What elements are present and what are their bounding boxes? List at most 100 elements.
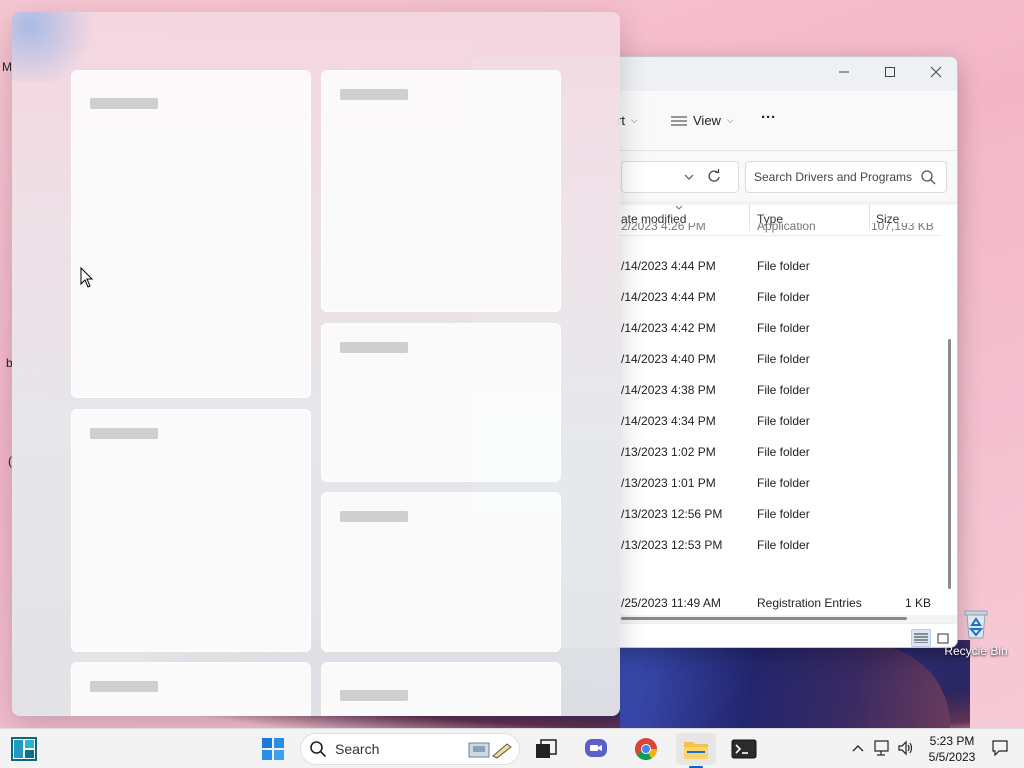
search-placeholder: Search Drivers and Programs [754,170,913,184]
task-view-button[interactable] [526,733,566,765]
volume-icon [898,740,913,756]
cell-date: /14/2023 4:34 PM [621,414,716,428]
task-view-icon [536,739,557,758]
notifications-button[interactable] [991,739,1009,757]
show-hidden-icons-button[interactable] [849,739,867,757]
sort-indicator-icon [675,205,683,210]
cell-type: File folder [757,538,810,552]
widget-card[interactable] [321,662,561,716]
taskbar-search-box[interactable]: Search [300,733,520,765]
chevron-down-icon [684,174,694,180]
widget-card[interactable] [321,492,561,652]
chrome-button[interactable] [626,733,666,765]
chevron-up-icon [852,745,864,752]
widgets-button[interactable] [4,733,44,765]
cell-date: /14/2023 4:44 PM [621,259,716,273]
widgets-icon [11,737,37,761]
details-view-icon [914,633,928,643]
cell-type: File folder [757,507,810,521]
cell-date: /13/2023 1:01 PM [621,476,716,490]
horizontal-scrollbar[interactable] [621,617,907,620]
loading-placeholder [340,690,408,701]
start-button[interactable] [253,733,293,765]
details-view-button[interactable] [911,629,931,647]
loading-placeholder [340,342,408,353]
maximize-button[interactable] [867,57,913,87]
taskbar: Search 5:23 PM 5/5/2023 [0,728,1024,768]
recycle-bin-label: Recycle Bin [944,644,1008,658]
cell-type: File folder [757,259,810,273]
view-list-icon [671,116,687,125]
search-input[interactable]: Search Drivers and Programs [745,161,947,193]
cell-date: /13/2023 12:56 PM [621,507,723,521]
network-icon [874,740,889,756]
vertical-scrollbar[interactable] [948,339,951,589]
cell-date: /14/2023 4:40 PM [621,352,716,366]
cell-type: File folder [757,476,810,490]
cell-date: 2/2023 4:26 PM [621,223,706,233]
cell-date: /25/2023 11:49 AM [621,596,721,610]
minimize-icon [839,71,849,73]
file-explorer-icon [684,742,708,759]
widget-card[interactable] [71,409,311,652]
sort-button[interactable]: rt ⌵ [617,113,638,128]
close-icon [930,66,942,78]
refresh-button[interactable] [707,169,721,186]
cell-type: File folder [757,352,810,366]
cell-type: File folder [757,445,810,459]
cell-date: /13/2023 12:53 PM [621,538,723,552]
loading-placeholder [90,98,158,109]
network-button[interactable] [873,739,891,757]
view-label: View [693,113,721,128]
file-explorer-button[interactable] [676,733,716,765]
cell-date: /14/2023 4:38 PM [621,383,716,397]
recycle-bin-shortcut[interactable]: Recycle Bin [944,608,1008,668]
widget-card[interactable] [71,70,311,398]
teams-chat-icon [585,739,607,757]
cell-type: Registration Entries [757,596,862,610]
cell-type: File folder [757,321,810,335]
widgets-board[interactable] [12,12,620,716]
loading-placeholder [340,511,408,522]
wallpaper-accent [620,645,950,730]
terminal-button[interactable] [724,733,764,765]
widget-card[interactable] [71,662,311,716]
cell-size: 107,193 KB [871,223,934,233]
cell-date: /14/2023 4:44 PM [621,290,716,304]
chat-button[interactable] [576,733,616,765]
loading-placeholder [340,89,408,100]
terminal-icon [731,739,757,759]
cell-type: File folder [757,290,810,304]
search-label: Search [335,741,380,757]
cell-type: File folder [757,383,810,397]
chevron-down-icon: ⌵ [726,115,734,125]
clock-date: 5/5/2023 [928,750,976,764]
loading-placeholder [90,428,158,439]
cell-type: Application [757,223,816,233]
search-icon [310,741,327,758]
close-button[interactable] [913,57,957,87]
cell-date: /14/2023 4:42 PM [621,321,716,335]
search-highlight-icon [468,742,512,759]
desktop-edge-glyph: M [2,60,12,74]
cell-type: File folder [757,414,810,428]
start-icon [262,738,284,760]
volume-button[interactable] [897,739,915,757]
chrome-icon [635,738,657,760]
recycle-bin-icon [964,610,988,639]
mouse-pointer-icon [80,267,94,288]
address-bar[interactable] [621,161,739,193]
search-icon [921,170,936,185]
widget-card[interactable] [321,323,561,482]
cell-date: /13/2023 1:02 PM [621,445,716,459]
cell-size: 1 KB [905,596,932,610]
more-options-button[interactable]: ··· [761,109,776,126]
maximize-icon [885,67,895,77]
widget-card[interactable] [321,70,561,312]
loading-placeholder [90,681,158,692]
system-clock[interactable]: 5:23 PM 5/5/2023 [922,733,982,765]
refresh-icon [708,169,720,182]
view-button[interactable]: View ⌵ [671,113,734,128]
minimize-button[interactable] [821,57,867,87]
notifications-icon [992,740,1008,757]
